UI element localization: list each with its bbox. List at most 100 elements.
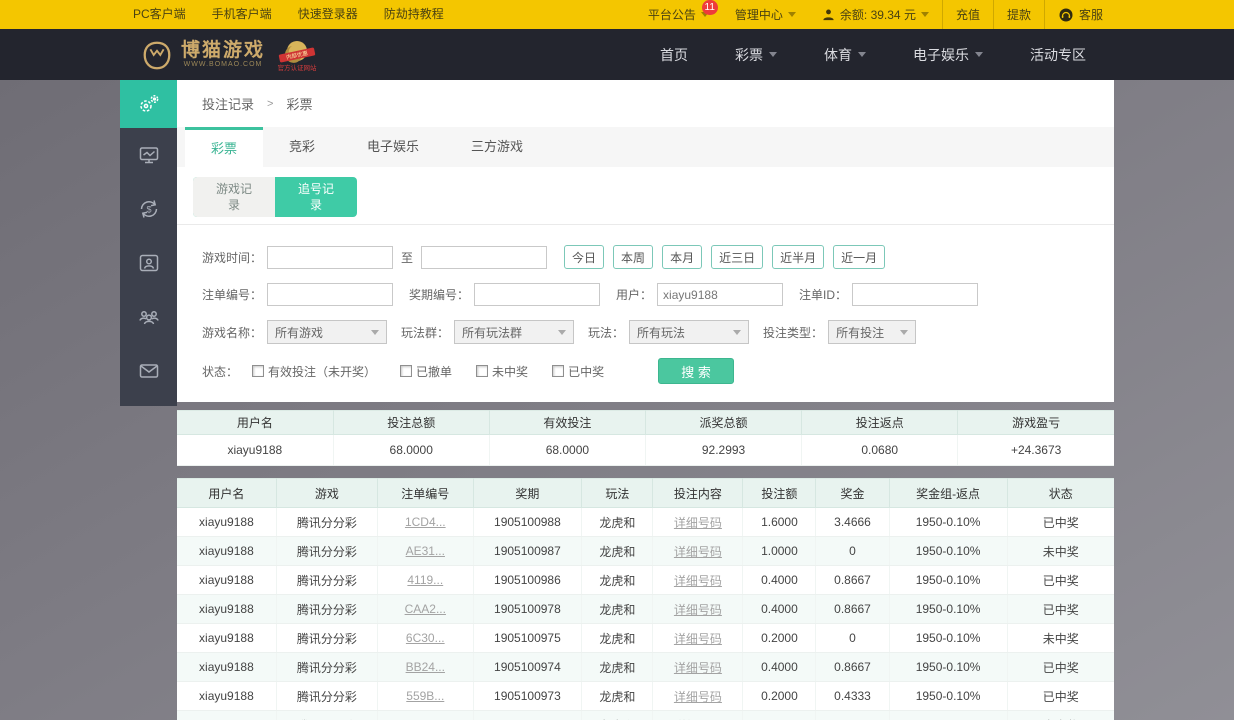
balance-menu[interactable]: 余额: 39.34 元 bbox=[809, 0, 942, 29]
order-id-input[interactable] bbox=[852, 283, 979, 306]
cell: 6C30... bbox=[377, 623, 474, 653]
cell: 龙虎和 bbox=[581, 565, 654, 595]
sidebar-item-reports[interactable] bbox=[120, 128, 177, 182]
subtab-item[interactable]: 追号记录 bbox=[275, 177, 357, 217]
user-input[interactable] bbox=[657, 283, 784, 306]
checkbox-icon[interactable] bbox=[552, 365, 565, 377]
order-id-link[interactable]: AE31... bbox=[406, 544, 445, 558]
column-header: 投注额 bbox=[742, 478, 817, 508]
order-id-link[interactable]: 559B... bbox=[406, 689, 444, 703]
recharge-button[interactable]: 充值 bbox=[943, 0, 993, 29]
search-button[interactable]: 搜 索 bbox=[658, 358, 735, 384]
quick-date-button[interactable]: 本月 bbox=[662, 245, 703, 269]
bet-detail-link[interactable]: 详细号码 bbox=[674, 545, 722, 559]
summary-table: 用户名 投注总额 有效投注 派奖总额 投注返点 游戏盈亏 xiayu9188 68.0000… bbox=[177, 410, 1114, 466]
checkbox-icon[interactable] bbox=[400, 365, 413, 377]
topbar-link[interactable]: 手机客户端 bbox=[199, 0, 285, 29]
status-checkbox[interactable]: 已撤单 bbox=[400, 363, 452, 380]
sidebar: $ bbox=[120, 80, 177, 406]
bet-detail-link[interactable]: 详细号码 bbox=[674, 516, 722, 530]
cell: CAA2... bbox=[377, 594, 474, 624]
main-panel: 投注记录 > 彩票 彩票 竞彩 电子娱乐 三方游戏 游戏记录 追号记录 游戏时间： 至 … bbox=[177, 80, 1114, 402]
topbar-link[interactable]: PC客户端 bbox=[120, 0, 199, 29]
tab-item[interactable]: 竞彩 bbox=[263, 127, 341, 167]
bet-detail-link[interactable]: 详细号码 bbox=[674, 690, 722, 704]
nav-item[interactable]: 活动专区 bbox=[1030, 45, 1086, 65]
order-id-link[interactable]: BB24... bbox=[406, 660, 445, 674]
quick-date-button[interactable]: 近一月 bbox=[833, 245, 886, 269]
tab-item[interactable]: 电子娱乐 bbox=[341, 127, 445, 167]
cell: 详细号码 bbox=[652, 594, 744, 624]
bet-detail-link[interactable]: 详细号码 bbox=[674, 603, 722, 617]
cell: 1905100973 bbox=[473, 681, 583, 711]
order-id-link[interactable]: 6C30... bbox=[406, 631, 445, 645]
play-group-select[interactable]: 所有玩法群 bbox=[454, 320, 575, 344]
chevron-down-icon bbox=[733, 329, 742, 335]
quick-date-button[interactable]: 本周 bbox=[613, 245, 654, 269]
admin-center-button[interactable]: 管理中心 bbox=[722, 0, 809, 29]
nav-item[interactable]: 首页 bbox=[660, 45, 688, 65]
bet-detail-link[interactable]: 详细号码 bbox=[674, 661, 722, 675]
nav-item-label: 活动专区 bbox=[1030, 46, 1086, 63]
cell: 详细号码 bbox=[652, 507, 744, 537]
checkbox-icon[interactable] bbox=[252, 365, 265, 377]
summary-cell: 68.0000 bbox=[333, 434, 490, 466]
time-end-input[interactable] bbox=[421, 245, 548, 269]
sidebar-item-messages[interactable] bbox=[120, 344, 177, 398]
column-header: 玩法 bbox=[581, 478, 654, 508]
cell: 1905100974 bbox=[473, 652, 583, 682]
cell: 1905100987 bbox=[473, 536, 583, 566]
order-no-input[interactable] bbox=[267, 283, 394, 306]
issue-no-input[interactable] bbox=[474, 283, 601, 306]
cell: 1950-0.10% bbox=[889, 623, 1008, 653]
tab-item[interactable]: 三方游戏 bbox=[445, 127, 549, 167]
cell: xiayu9188 bbox=[177, 565, 277, 595]
withdraw-button[interactable]: 提款 bbox=[994, 0, 1044, 29]
sidebar-item-settings[interactable] bbox=[120, 80, 177, 128]
nav-item[interactable]: 彩票 bbox=[735, 45, 777, 65]
chevron-down-icon bbox=[787, 12, 796, 17]
tab-item[interactable]: 彩票 bbox=[185, 127, 264, 167]
platform-notice-button[interactable]: 平台公告 11 bbox=[635, 0, 722, 29]
play-select[interactable]: 所有玩法 bbox=[629, 320, 750, 344]
breadcrumb-separator: > bbox=[267, 97, 274, 110]
status-checkbox[interactable]: 已中奖 bbox=[552, 363, 604, 380]
site-logo[interactable]: 博猫游戏 WWW.BOMAO.COM 内部优惠 官方认证网站 bbox=[140, 38, 318, 72]
status-checkbox[interactable]: 有效投注（未开奖） bbox=[252, 363, 376, 380]
quick-date-button[interactable]: 近三日 bbox=[711, 245, 764, 269]
checkbox-icon[interactable] bbox=[476, 365, 489, 377]
nav-item[interactable]: 体育 bbox=[824, 45, 866, 65]
bet-detail-link[interactable]: 详细号码 bbox=[674, 574, 722, 588]
summary-cell: 92.2993 bbox=[645, 434, 803, 466]
nav-item[interactable]: 电子娱乐 bbox=[913, 45, 983, 65]
cell: 1AC3... bbox=[377, 710, 474, 720]
cell: xiayu9188 bbox=[177, 652, 277, 682]
sidebar-item-profile[interactable] bbox=[120, 236, 177, 290]
bet-detail-link[interactable]: 详细号码 bbox=[674, 632, 722, 646]
column-header: 投注内容 bbox=[652, 478, 744, 508]
cell: 详细号码 bbox=[652, 565, 744, 595]
game-name-select[interactable]: 所有游戏 bbox=[267, 320, 388, 344]
time-start-input[interactable] bbox=[267, 245, 394, 269]
status-checkbox[interactable]: 未中奖 bbox=[476, 363, 528, 380]
sidebar-item-transactions[interactable]: $ bbox=[120, 182, 177, 236]
subtab-item[interactable]: 游戏记录 bbox=[193, 177, 275, 217]
seal-caption: 官方认证网站 bbox=[278, 63, 318, 72]
order-id-link[interactable]: CAA2... bbox=[405, 602, 446, 616]
bet-type-label: 投注类型： bbox=[763, 325, 824, 340]
bet-type-select[interactable]: 所有投注 bbox=[828, 320, 917, 344]
quick-date-button[interactable]: 近半月 bbox=[772, 245, 825, 269]
order-id-link[interactable]: 1CD4... bbox=[405, 515, 446, 529]
cell: 3.4666 bbox=[815, 507, 890, 537]
order-id-link[interactable]: 4119... bbox=[407, 573, 443, 587]
sidebar-item-team[interactable] bbox=[120, 290, 177, 344]
cell: xiayu9188 bbox=[177, 710, 277, 720]
topbar-link[interactable]: 防劫持教程 bbox=[371, 0, 457, 29]
quick-date-button[interactable]: 今日 bbox=[564, 245, 605, 269]
cell: 1.6000 bbox=[742, 507, 817, 537]
breadcrumb-item[interactable]: 投注记录 bbox=[202, 94, 254, 113]
customer-service-button[interactable]: 客服 bbox=[1045, 0, 1116, 29]
table-row: xiayu9188 腾讯分分彩 4119... 1905100986 龙虎和 详细号码 0.… bbox=[177, 565, 1114, 595]
chevron-down-icon bbox=[920, 12, 929, 17]
topbar-link[interactable]: 快速登录器 bbox=[285, 0, 371, 29]
